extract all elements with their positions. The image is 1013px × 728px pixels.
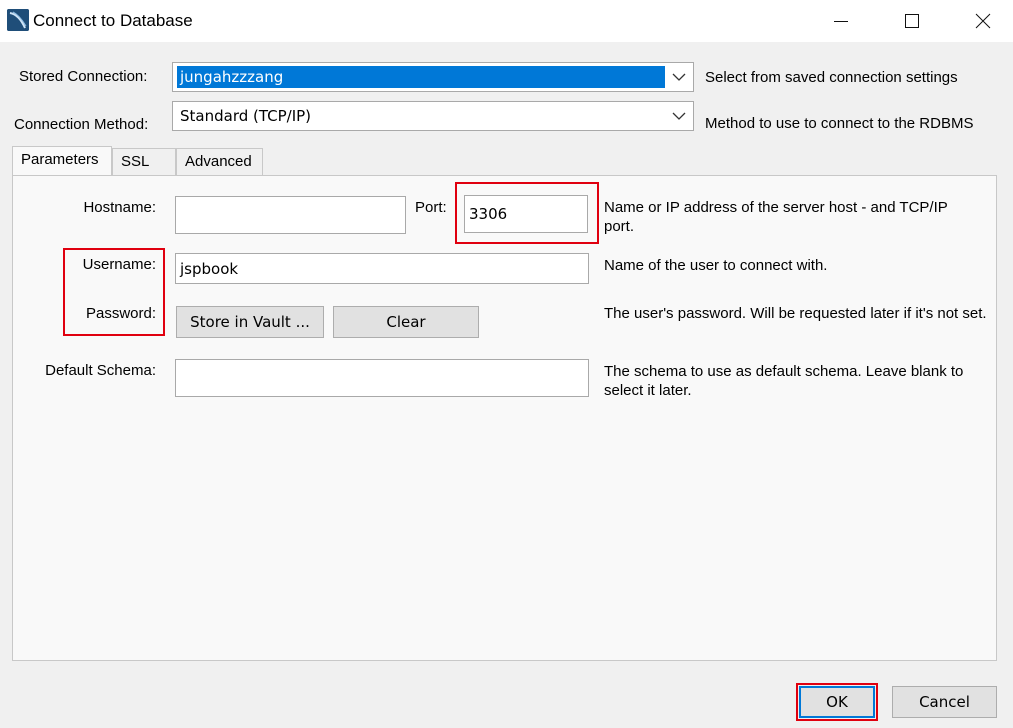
cancel-button[interactable]: Cancel (892, 686, 997, 718)
tab-advanced[interactable]: Advanced (176, 148, 263, 176)
tab-ssl[interactable]: SSL (112, 148, 176, 176)
tab-parameters[interactable]: Parameters (12, 146, 112, 175)
minimize-icon (834, 21, 848, 22)
chevron-down-icon (672, 112, 686, 120)
username-input[interactable]: jspbook (175, 253, 589, 284)
ok-highlight-box (796, 683, 878, 721)
connection-method-value: Standard (TCP/IP) (180, 107, 312, 125)
store-in-vault-button[interactable]: Store in Vault ... (176, 306, 324, 338)
clear-password-button[interactable]: Clear (333, 306, 479, 338)
port-highlight-box (455, 182, 599, 244)
password-description: The user's password. Will be requested l… (604, 305, 987, 322)
close-button[interactable] (960, 0, 1006, 42)
stored-connection-value: jungahzzzang (177, 66, 665, 88)
default-schema-description: The schema to use as default schema. Lea… (604, 363, 964, 399)
connection-method-dropdown[interactable]: Standard (TCP/IP) (172, 101, 694, 131)
stored-connection-dropdown[interactable]: jungahzzzang (172, 62, 694, 92)
title-bar: Connect to Database (0, 0, 1013, 42)
chevron-down-icon (672, 73, 686, 81)
maximize-icon (905, 14, 919, 28)
stored-connection-description: Select from saved connection settings (705, 69, 958, 86)
mysql-workbench-icon (7, 9, 29, 31)
maximize-button[interactable] (889, 0, 935, 42)
username-description: Name of the user to connect with. (604, 257, 828, 274)
credentials-highlight-box (63, 248, 165, 336)
host-port-description: Name or IP address of the server host - … (604, 199, 948, 235)
default-schema-input[interactable] (175, 359, 589, 397)
default-schema-label: Default Schema: (45, 362, 156, 379)
connection-method-label: Connection Method: (14, 116, 149, 133)
close-icon (975, 13, 991, 29)
connection-method-description: Method to use to connect to the RDBMS (705, 115, 974, 132)
hostname-label: Hostname: (83, 199, 156, 216)
window-title: Connect to Database (33, 11, 193, 30)
port-label: Port: (415, 199, 447, 216)
hostname-input[interactable] (175, 196, 406, 234)
stored-connection-label: Stored Connection: (19, 68, 148, 85)
minimize-button[interactable] (818, 0, 864, 42)
